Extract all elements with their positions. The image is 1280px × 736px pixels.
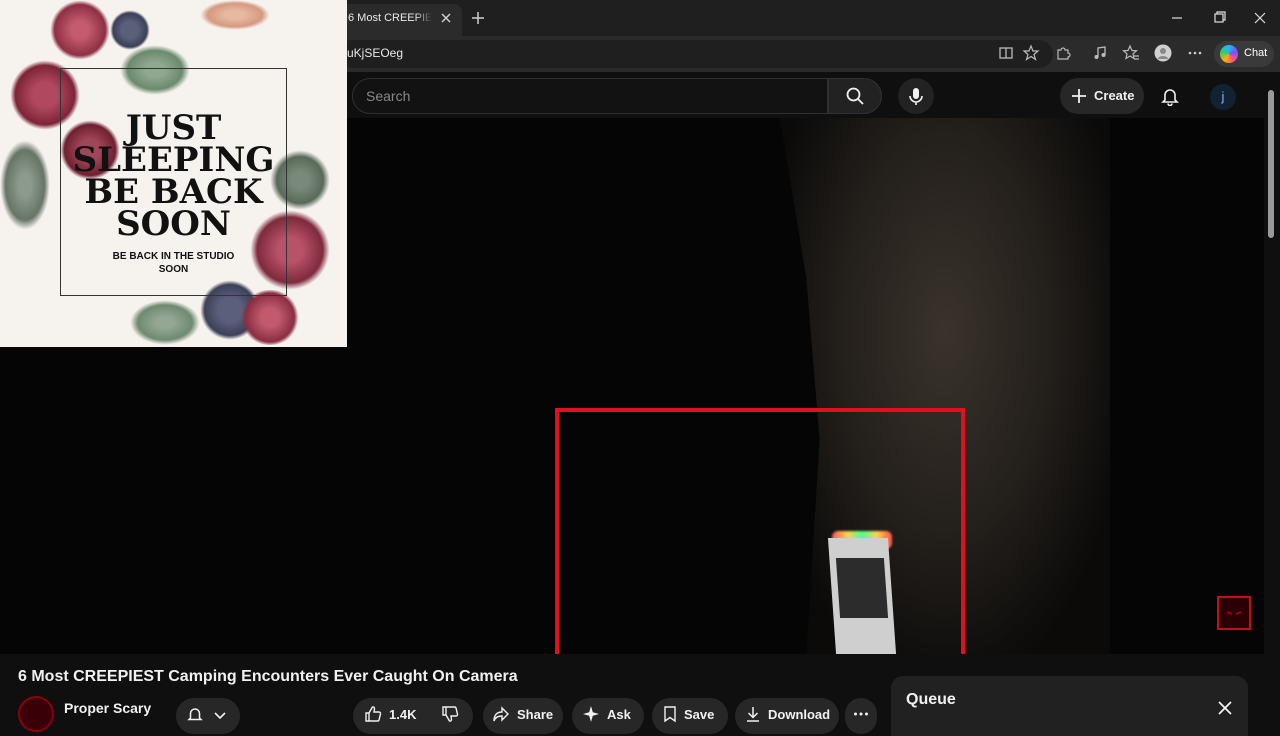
page-scrollbar-thumb[interactable] [1268,90,1274,238]
leaf-decoration [200,0,270,30]
download-icon [744,705,762,723]
copilot-icon [1220,45,1238,63]
flower-decoration [50,0,110,60]
more-menu-icon[interactable] [1186,44,1204,62]
reader-view-icon[interactable] [997,44,1015,62]
notifications-bell-icon[interactable] [1160,86,1180,106]
more-horizontal-icon [852,705,870,723]
extensions-icon[interactable] [1054,44,1072,62]
share-icon [492,705,510,723]
video-frame-device-screen [835,558,889,618]
copilot-chat-label: Chat [1244,47,1268,59]
flower-decoration [110,10,150,50]
create-label: Create [1094,88,1135,103]
chevron-down-icon [212,707,228,723]
close-icon[interactable] [1216,699,1234,717]
channel-avatar[interactable] [18,696,54,732]
address-url[interactable]: uKjSEOeg [347,46,547,62]
new-tab-icon[interactable] [470,10,486,26]
share-label: Share [517,707,554,722]
leaf-decoration [130,300,200,345]
window-close-icon[interactable] [1251,10,1269,26]
thumbs-down-icon[interactable] [441,705,459,723]
be-back-soon-card: JUST SLEEPING BE BACK SOON BE BACK IN TH… [0,0,347,347]
account-avatar[interactable]: j [1210,84,1236,110]
microphone-icon [906,86,926,106]
favorite-star-icon[interactable] [1022,44,1040,62]
queue-title: Queue [906,691,956,708]
plus-icon [1070,87,1088,105]
ask-label: Ask [607,707,631,722]
download-label: Download [768,707,831,722]
like-count[interactable]: 1.4K [389,707,429,723]
browser-tab-title: 6 Most CREEPIEST Camping Encounters Ever… [348,12,432,24]
channel-watermark[interactable] [1217,596,1251,630]
sparkle-icon [582,705,600,723]
card-heading: JUST SLEEPING BE BACK SOON [72,108,275,244]
thumbs-up-icon[interactable] [364,705,382,723]
bookmark-icon [661,705,679,723]
bell-icon [186,705,204,723]
window-minimize-icon[interactable] [1168,10,1186,26]
favorites-icon[interactable] [1122,44,1140,62]
window-restore-icon[interactable] [1210,10,1228,26]
search-placeholder: Search [366,88,411,104]
save-label: Save [684,707,715,722]
search-icon [845,86,865,106]
tab-close-icon[interactable] [438,10,454,26]
flower-decoration [240,290,300,345]
video-title: 6 Most CREEPIEST Camping Encounters Ever… [18,668,518,685]
card-subtext: BE BACK IN THE STUDIO SOON [112,251,235,275]
leaf-decoration [0,140,50,230]
video-highlight-box [555,408,965,654]
media-control-icon[interactable] [1091,44,1109,62]
profile-icon[interactable] [1154,44,1172,62]
channel-name[interactable]: Proper Scary [64,700,174,716]
